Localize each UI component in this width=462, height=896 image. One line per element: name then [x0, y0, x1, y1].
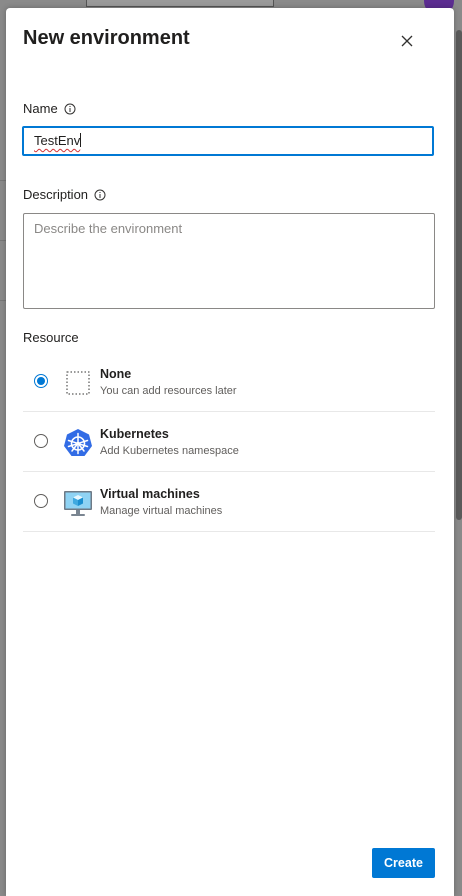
option-subtitle: Add Kubernetes namespace	[100, 445, 239, 457]
virtual-machine-icon	[63, 488, 93, 518]
description-textarea[interactable]: Describe the environment	[23, 213, 435, 309]
option-subtitle: Manage virtual machines	[100, 505, 223, 517]
option-title: Virtual machines	[100, 487, 200, 501]
background-scrollbar	[456, 30, 462, 520]
close-button[interactable]	[396, 30, 418, 52]
name-input-value: TestEnv	[34, 133, 81, 148]
dialog-title: New environment	[23, 27, 190, 49]
radio-unselected[interactable]	[34, 494, 48, 508]
radio-selected[interactable]	[34, 374, 48, 388]
kubernetes-icon	[63, 428, 93, 458]
dotted-box-icon	[63, 368, 93, 398]
background-search-box	[86, 0, 274, 7]
resource-label: Resource	[23, 330, 79, 345]
resource-option-none[interactable]: None You can add resources later	[23, 352, 435, 412]
name-input[interactable]: TestEnv	[22, 126, 434, 156]
description-label-row: Description	[23, 187, 106, 202]
resource-option-kubernetes[interactable]: Kubernetes Add Kubernetes namespace	[23, 412, 435, 472]
text-caret	[80, 133, 82, 147]
info-icon[interactable]	[64, 103, 76, 115]
description-label: Description	[23, 187, 89, 202]
radio-unselected[interactable]	[34, 434, 48, 448]
name-label-row: Name	[23, 101, 76, 116]
resource-option-virtual-machines[interactable]: Virtual machines Manage virtual machines	[23, 472, 435, 532]
new-environment-dialog: New environment Name TestEnv Description…	[6, 8, 454, 896]
create-button[interactable]: Create	[372, 848, 435, 878]
close-icon	[401, 35, 413, 47]
name-label: Name	[23, 101, 58, 116]
option-title: None	[100, 367, 132, 381]
info-icon[interactable]	[94, 189, 106, 201]
option-subtitle: You can add resources later	[100, 385, 237, 397]
option-title: Kubernetes	[100, 427, 169, 441]
description-placeholder: Describe the environment	[34, 221, 183, 236]
